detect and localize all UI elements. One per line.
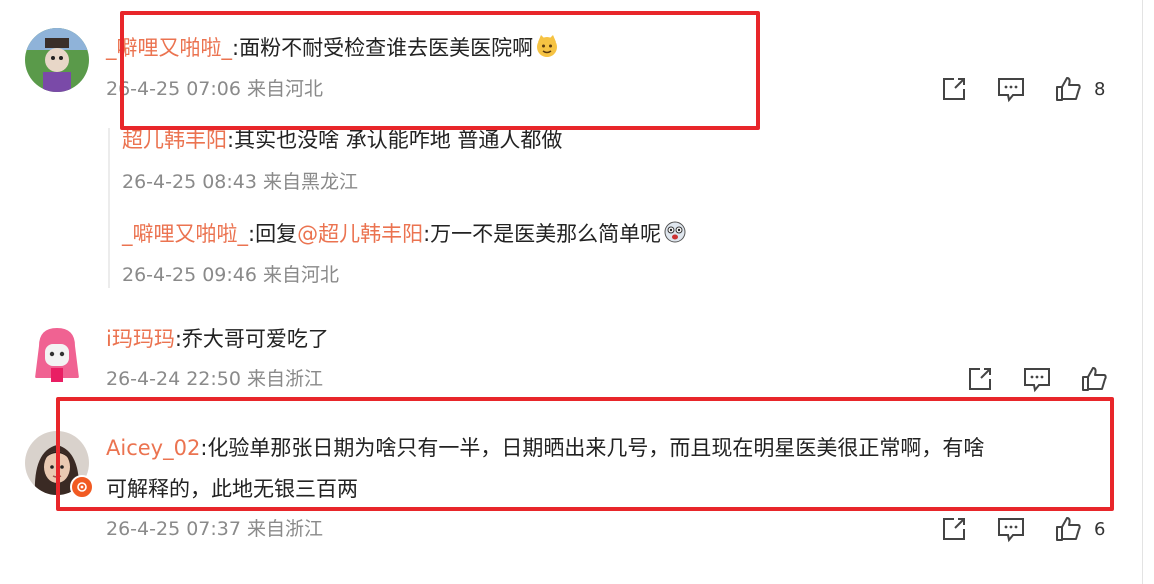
like-button[interactable]: 8 bbox=[1054, 75, 1105, 103]
comment-body: _噼哩又啪啦_:面粉不耐受检查谁去医美医院啊 bbox=[106, 33, 559, 66]
comment-meta: 26-4-24 22:50 来自浙江 bbox=[106, 368, 323, 390]
share-icon bbox=[940, 515, 968, 543]
colon: : bbox=[174, 327, 182, 351]
comment-body: i玛玛玛:乔大哥可爱吃了 bbox=[106, 324, 329, 354]
reply-label: 回复 bbox=[255, 222, 298, 246]
comment-button[interactable] bbox=[1022, 365, 1052, 393]
username-link[interactable]: _噼哩又啪啦_ bbox=[106, 36, 232, 60]
comment-icon bbox=[996, 515, 1026, 543]
share-icon bbox=[966, 365, 994, 393]
thumbs-up-icon bbox=[1054, 75, 1082, 103]
reply-text: 万一不是医美那么简单呢 bbox=[430, 222, 662, 246]
comment-body: Aicey_02:化验单那张日期为啥只有一半，日期晒出来几号，而且现在明星医美很… bbox=[106, 433, 984, 463]
comment-text: 乔大哥可爱吃了 bbox=[181, 327, 329, 351]
share-button[interactable] bbox=[940, 75, 968, 103]
comment-actions: 8 bbox=[940, 74, 1105, 104]
share-button[interactable] bbox=[966, 365, 994, 393]
avatar[interactable] bbox=[25, 322, 89, 386]
reply-body: _噼哩又啪啦_:回复@超儿韩丰阳:万一不是医美那么简单呢 bbox=[122, 219, 687, 252]
verified-badge-icon bbox=[70, 475, 94, 499]
cat-emoji-icon bbox=[535, 34, 559, 66]
like-button[interactable] bbox=[1080, 365, 1108, 393]
username-link[interactable]: 超儿韩丰阳 bbox=[122, 128, 227, 152]
share-icon bbox=[940, 75, 968, 103]
username-link[interactable]: _噼哩又啪啦_ bbox=[122, 222, 248, 246]
comment-body-continued: 可解释的，此地无银三百两 bbox=[106, 474, 358, 504]
thumbs-up-icon bbox=[1080, 365, 1108, 393]
comment-meta: 26-4-25 07:37 来自浙江 bbox=[106, 518, 323, 540]
mention-link[interactable]: @超儿韩丰阳 bbox=[297, 222, 423, 246]
thumbs-up-icon bbox=[1054, 515, 1082, 543]
reply-text: 其实也没啥 承认能咋地 普通人都做 bbox=[234, 128, 563, 152]
comment-icon bbox=[1022, 365, 1052, 393]
username-link[interactable]: Aicey_02 bbox=[106, 436, 200, 460]
comment-text: 面粉不耐受检查谁去医美医院啊 bbox=[239, 36, 534, 60]
comment-button[interactable] bbox=[996, 75, 1026, 103]
comment-actions bbox=[966, 364, 1108, 394]
right-divider bbox=[1142, 0, 1143, 584]
reply-body: 超儿韩丰阳:其实也没啥 承认能咋地 普通人都做 bbox=[122, 125, 562, 155]
reply-meta: 26-4-25 09:46 来自河北 bbox=[122, 264, 339, 286]
like-count: 8 bbox=[1094, 78, 1106, 100]
reply-thread-rule bbox=[108, 128, 110, 288]
avatar[interactable] bbox=[25, 28, 89, 92]
username-link[interactable]: i玛玛玛 bbox=[106, 327, 175, 351]
shocked-emoji-icon bbox=[663, 220, 687, 252]
comment-text: 可解释的，此地无银三百两 bbox=[106, 477, 358, 501]
like-count: 6 bbox=[1094, 518, 1106, 540]
highlight-box bbox=[120, 11, 760, 130]
comment-meta: 26-4-25 07:06 来自河北 bbox=[106, 78, 323, 100]
reply-meta: 26-4-25 08:43 来自黑龙江 bbox=[122, 171, 358, 193]
comment-actions: 6 bbox=[940, 514, 1105, 544]
comment-button[interactable] bbox=[996, 515, 1026, 543]
like-button[interactable]: 6 bbox=[1054, 515, 1105, 543]
share-button[interactable] bbox=[940, 515, 968, 543]
comment-text: 化验单那张日期为啥只有一半，日期晒出来几号，而且现在明星医美很正常啊，有啥 bbox=[207, 436, 985, 460]
comment-icon bbox=[996, 75, 1026, 103]
